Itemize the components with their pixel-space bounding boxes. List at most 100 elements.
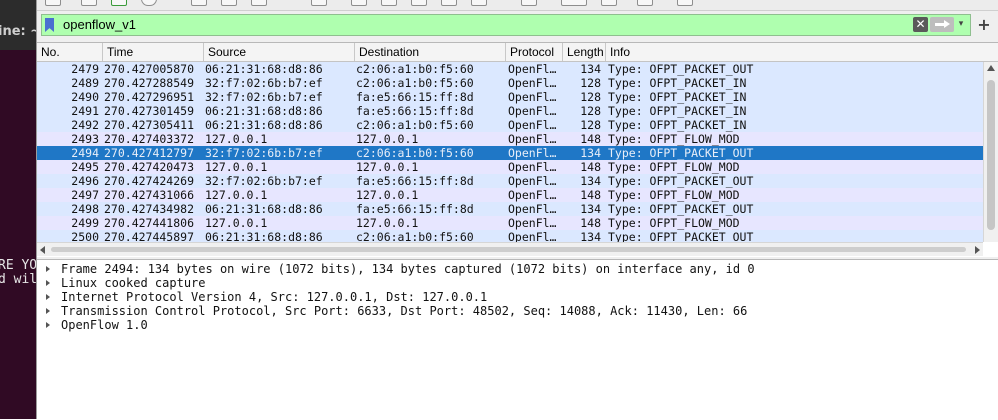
clear-filter-icon[interactable]: ✕ xyxy=(913,17,928,32)
toolbar-button[interactable] xyxy=(221,0,237,6)
packet-cell-no: 2489 xyxy=(71,76,99,90)
filter-history-dropdown-icon[interactable]: ▾ xyxy=(955,17,967,32)
toolbar-button[interactable] xyxy=(251,0,267,6)
column-header-destination[interactable]: Destination xyxy=(355,43,506,61)
detail-tree-item[interactable]: Transmission Control Protocol, Src Port:… xyxy=(37,304,998,318)
packet-cell-proto: OpenFl… xyxy=(508,118,557,132)
column-header-info[interactable]: Info xyxy=(606,43,998,61)
column-header-protocol[interactable]: Protocol xyxy=(506,43,563,61)
column-header-no[interactable]: No. xyxy=(37,43,103,61)
packet-rows: 2479 270.427005870 06:21:31:68:d8:86 c2:06:… xyxy=(37,62,983,242)
column-header-source[interactable]: Source xyxy=(204,43,355,61)
packet-cell-time: 270.427412797 xyxy=(104,146,195,160)
toolbar-button[interactable] xyxy=(637,0,653,6)
toolbar-button[interactable] xyxy=(81,0,97,6)
packet-list-horizontal-scrollbar[interactable] xyxy=(37,242,983,256)
packet-list-vertical-scrollbar[interactable] xyxy=(983,62,998,242)
expand-arrow-icon[interactable] xyxy=(46,280,50,286)
toolbar-button[interactable] xyxy=(45,0,61,6)
wireshark-window: openflow_v1 ✕ ▾ + No. Time Source Destin… xyxy=(36,0,998,420)
scroll-left-arrow-icon[interactable] xyxy=(40,246,45,254)
packet-row[interactable]: 2498 270.427434982 06:21:31:68:d8:86 fa:e5:… xyxy=(37,202,983,216)
packet-cell-info: Type: OFPT_PACKET_OUT xyxy=(608,174,754,188)
packet-row[interactable]: 2492 270.427305411 06:21:31:68:d8:86 c2:06:… xyxy=(37,118,983,132)
packet-cell-dst: c2:06:a1:b0:f5:60 xyxy=(356,76,474,90)
packet-cell-len: 134 xyxy=(580,230,601,242)
expand-arrow-icon[interactable] xyxy=(46,294,50,300)
packet-cell-len: 134 xyxy=(580,202,601,216)
toolbar-button[interactable] xyxy=(411,0,427,6)
toolbar-button[interactable] xyxy=(471,0,487,6)
packet-row[interactable]: 2496 270.427424269 32:f7:02:6b:b7:ef fa:e5:… xyxy=(37,174,983,188)
packet-cell-src: 06:21:31:68:d8:86 xyxy=(205,104,323,118)
detail-tree-item[interactable]: Internet Protocol Version 4, Src: 127.0.… xyxy=(37,290,998,304)
toolbar-button[interactable] xyxy=(191,0,207,6)
scroll-right-arrow-icon[interactable] xyxy=(975,246,980,254)
display-filter-input[interactable]: openflow_v1 xyxy=(63,17,136,32)
packet-row[interactable]: 2479 270.427005870 06:21:31:68:d8:86 c2:06:… xyxy=(37,62,983,76)
packet-list[interactable]: No. Time Source Destination Protocol Len… xyxy=(37,42,998,257)
toolbar-button[interactable] xyxy=(111,0,127,6)
toolbar-button[interactable] xyxy=(311,0,327,6)
packet-cell-no: 2495 xyxy=(71,160,99,174)
packet-cell-src: 32:f7:02:6b:b7:ef xyxy=(205,174,323,188)
terminal-window: ine: ~ RE YO d wil xyxy=(0,0,36,419)
expand-arrow-icon[interactable] xyxy=(46,308,50,314)
packet-cell-time: 270.427296951 xyxy=(104,90,195,104)
packet-row[interactable]: 2499 270.427441806 127.0.0.1 127.0.0.1 OpenF… xyxy=(37,216,983,230)
bookmark-icon[interactable] xyxy=(45,18,54,32)
packet-cell-len: 128 xyxy=(580,104,601,118)
packet-row[interactable]: 2493 270.427403372 127.0.0.1 127.0.0.1 OpenF… xyxy=(37,132,983,146)
packet-cell-proto: OpenFl… xyxy=(508,216,557,230)
packet-cell-dst: fa:e5:66:15:ff:8d xyxy=(356,174,474,188)
packet-cell-len: 134 xyxy=(580,174,601,188)
packet-cell-proto: OpenFl… xyxy=(508,230,557,242)
scrollbar-thumb[interactable] xyxy=(987,80,995,230)
packet-cell-time: 270.427288549 xyxy=(104,76,195,90)
packet-cell-info: Type: OFPT_FLOW_MOD xyxy=(608,160,740,174)
toolbar-button[interactable] xyxy=(351,0,367,6)
detail-tree-label: Internet Protocol Version 4, Src: 127.0.… xyxy=(61,290,488,304)
packet-cell-src: 32:f7:02:6b:b7:ef xyxy=(205,146,323,160)
packet-row[interactable]: 2489 270.427288549 32:f7:02:6b:b7:ef c2:06:… xyxy=(37,76,983,90)
toolbar-button[interactable] xyxy=(381,0,397,6)
packet-cell-len: 148 xyxy=(580,160,601,174)
add-filter-button[interactable]: + xyxy=(973,14,995,36)
expand-arrow-icon[interactable] xyxy=(46,266,50,272)
packet-row[interactable]: 2497 270.427431066 127.0.0.1 127.0.0.1 OpenF… xyxy=(37,188,983,202)
detail-tree-item[interactable]: Frame 2494: 134 bytes on wire (1072 bits… xyxy=(37,262,998,276)
expand-arrow-icon[interactable] xyxy=(46,322,50,328)
detail-tree-item[interactable]: OpenFlow 1.0 xyxy=(37,318,998,332)
toolbar-button[interactable] xyxy=(561,0,587,6)
detail-tree-item[interactable]: Linux cooked capture xyxy=(37,276,998,290)
apply-filter-arrow-icon[interactable] xyxy=(930,17,954,32)
packet-row[interactable]: 2500 270.427445897 06:21:31:68:d8:86 c2:06:… xyxy=(37,230,983,242)
toolbar-button[interactable] xyxy=(677,0,693,6)
packet-row-selected[interactable]: 2494 270.427412797 32:f7:02:6b:b7:ef c2:06:… xyxy=(37,146,983,160)
packet-cell-src: 127.0.0.1 xyxy=(205,216,268,230)
column-header-length[interactable]: Length xyxy=(563,43,606,61)
toolbar-button[interactable] xyxy=(601,0,617,6)
toolbar-button[interactable] xyxy=(441,0,457,6)
packet-cell-info: Type: OFPT_PACKET_IN xyxy=(608,118,747,132)
packet-cell-len: 148 xyxy=(580,188,601,202)
packet-cell-src: 127.0.0.1 xyxy=(205,160,268,174)
packet-cell-info: Type: OFPT_PACKET_OUT xyxy=(608,62,754,76)
packet-cell-dst: c2:06:a1:b0:f5:60 xyxy=(356,118,474,132)
packet-cell-src: 127.0.0.1 xyxy=(205,188,268,202)
display-filter-bar[interactable]: openflow_v1 ✕ ▾ xyxy=(41,14,971,36)
packet-row[interactable]: 2491 270.427301459 06:21:31:68:d8:86 fa:e5:… xyxy=(37,104,983,118)
packet-cell-dst: c2:06:a1:b0:f5:60 xyxy=(356,230,474,242)
packet-row[interactable]: 2490 270.427296951 32:f7:02:6b:b7:ef fa:e5:… xyxy=(37,90,983,104)
scrollbar-thumb[interactable] xyxy=(51,247,966,252)
packet-cell-proto: OpenFl… xyxy=(508,188,557,202)
detail-tree-label: Linux cooked capture xyxy=(61,276,206,290)
column-header-time[interactable]: Time xyxy=(103,43,204,61)
packet-row[interactable]: 2495 270.427420473 127.0.0.1 127.0.0.1 OpenF… xyxy=(37,160,983,174)
toolbar-button[interactable] xyxy=(521,0,537,6)
packet-cell-no: 2491 xyxy=(71,104,99,118)
toolbar-button[interactable] xyxy=(141,0,157,6)
packet-cell-src: 32:f7:02:6b:b7:ef xyxy=(205,90,323,104)
packet-cell-proto: OpenFl… xyxy=(508,202,557,216)
scroll-up-arrow-icon[interactable] xyxy=(987,65,995,71)
